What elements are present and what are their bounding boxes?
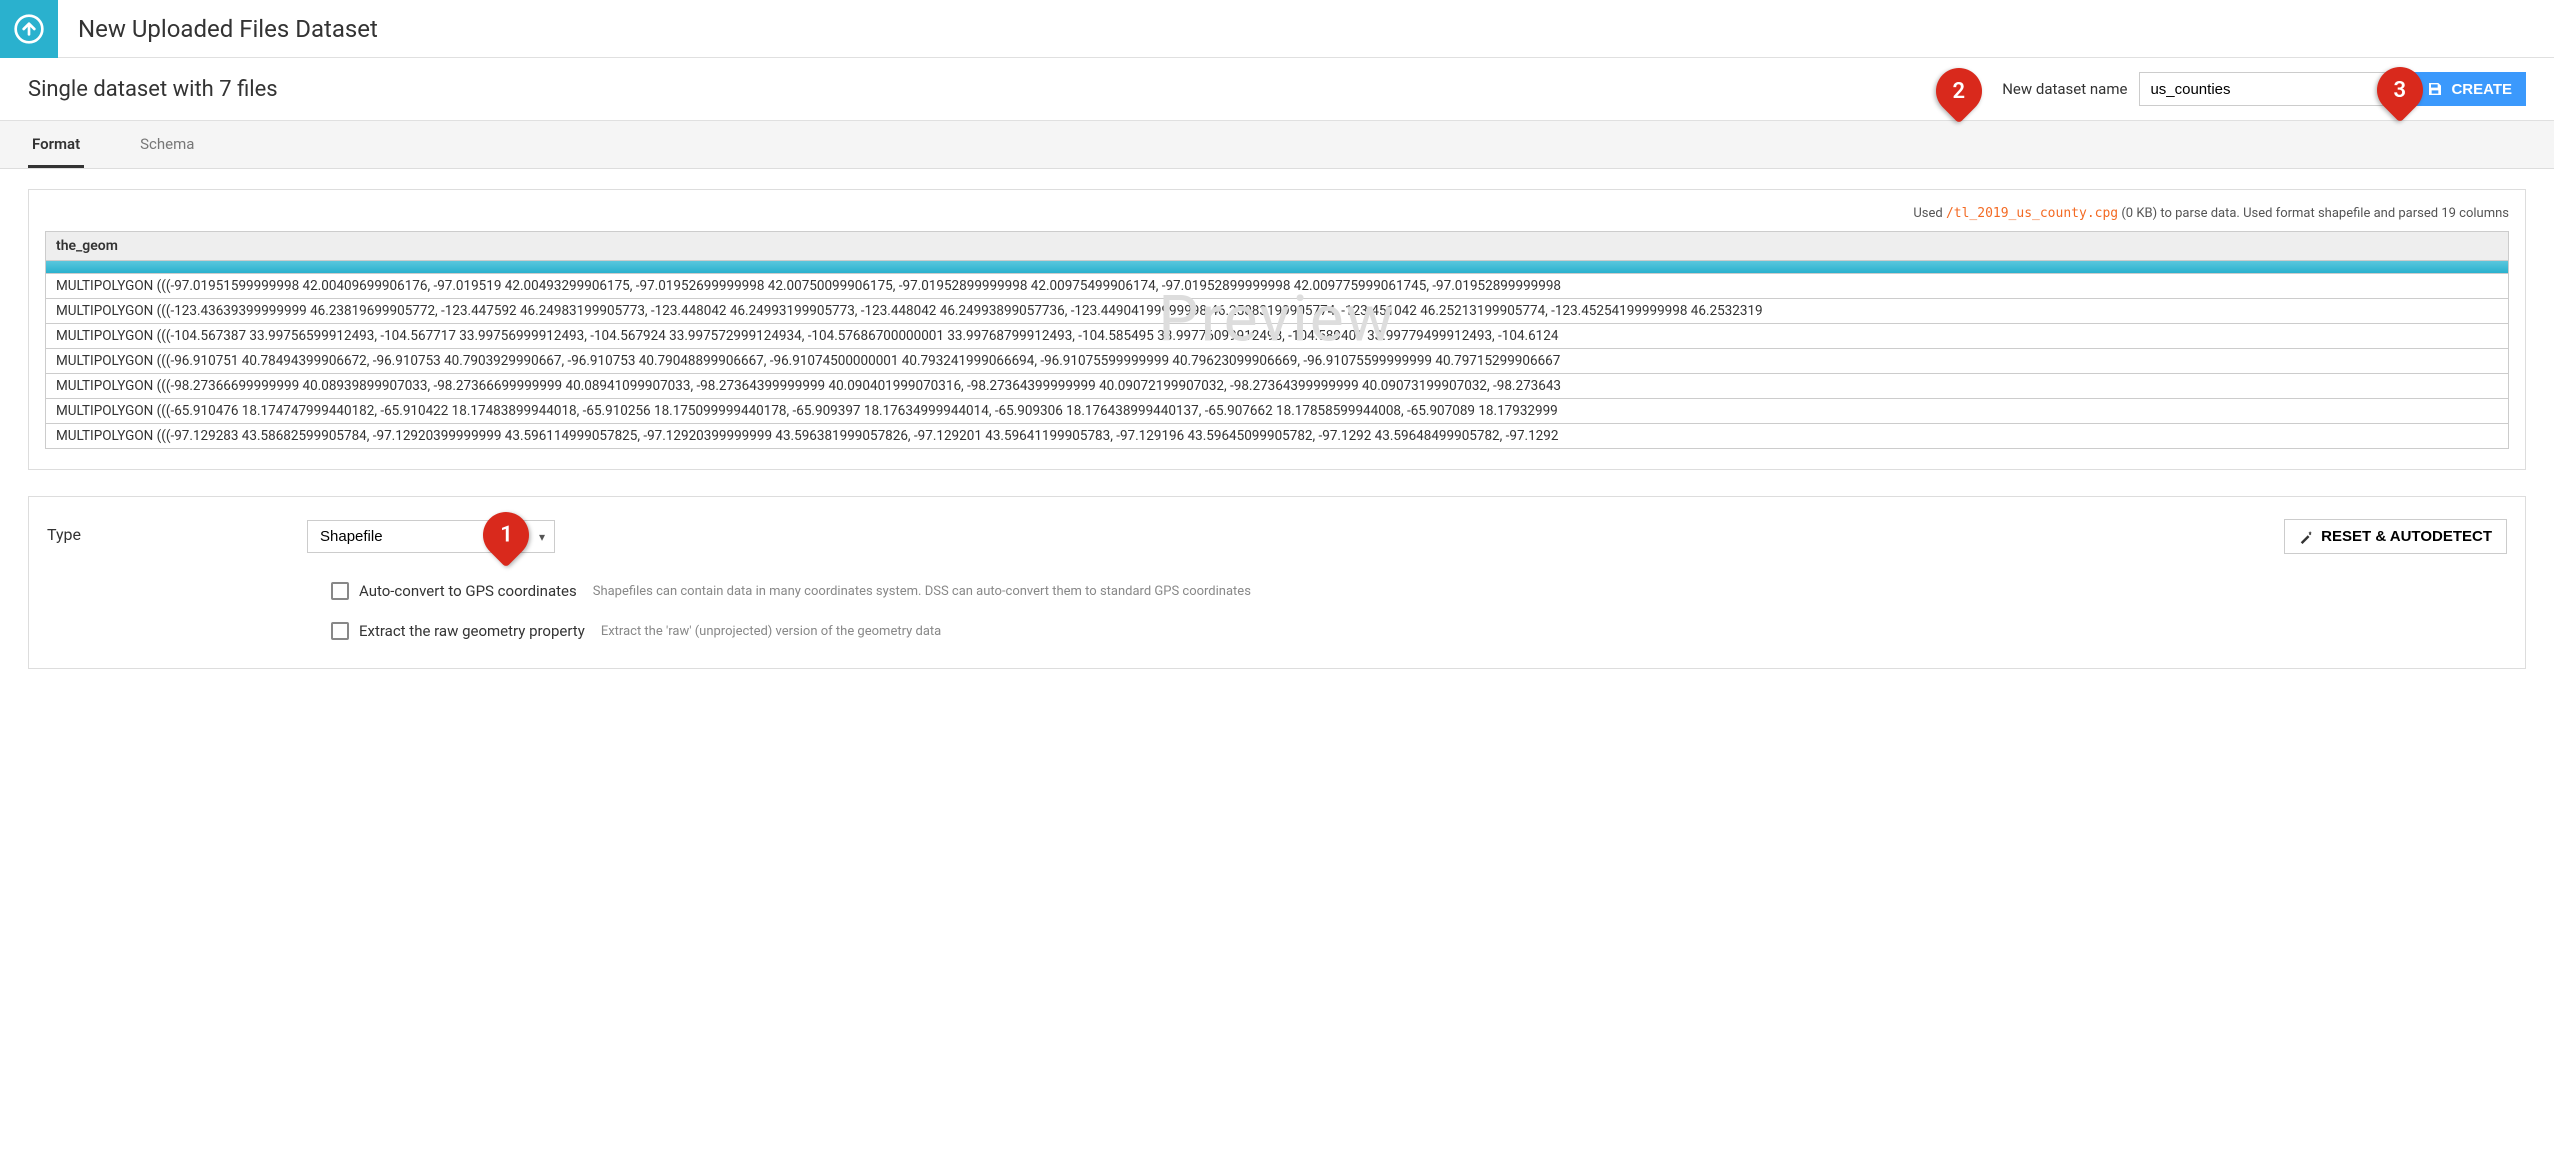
preview-table: the_geom MULTIPOLYGON (((-97.01951599999… (45, 231, 2509, 449)
reset-button-label: RESET & AUTODETECT (2321, 528, 2492, 545)
type-label: Type (47, 519, 307, 544)
option-label: Extract the raw geometry property (359, 622, 585, 640)
name-create-group: 2 New dataset name 3 CREATE (2002, 72, 2526, 106)
tabs: Format Schema (0, 121, 2554, 169)
callout-2: 2 (1927, 58, 1992, 123)
table-row: MULTIPOLYGON (((-96.910751 40.7849439990… (46, 349, 2509, 374)
upload-circle-icon (13, 13, 45, 45)
create-button[interactable]: CREATE (2413, 72, 2526, 106)
cell: MULTIPOLYGON (((-104.567387 33.997565999… (46, 324, 2509, 349)
option-row: Extract the raw geometry property Extrac… (331, 622, 2507, 640)
auto-convert-checkbox[interactable] (331, 582, 349, 600)
cell: MULTIPOLYGON (((-97.129283 43.5868259990… (46, 424, 2509, 449)
preview-panel: Used /tl_2019_us_county.cpg (0 KB) to pa… (28, 189, 2526, 470)
table-row: MULTIPOLYGON (((-123.43639399999999 46.2… (46, 299, 2509, 324)
format-panel: Type Shapefile ▾ 1 RESET & A (28, 496, 2526, 669)
save-icon (2427, 81, 2443, 97)
app-logo[interactable] (0, 0, 58, 58)
dataset-name-input[interactable] (2139, 72, 2389, 106)
table-row: MULTIPOLYGON (((-97.129283 43.5868259990… (46, 424, 2509, 449)
table-row: MULTIPOLYGON (((-97.01951599999998 42.00… (46, 274, 2509, 299)
table-row: MULTIPOLYGON (((-104.567387 33.997565999… (46, 324, 2509, 349)
tab-schema[interactable]: Schema (136, 121, 198, 168)
option-label: Auto-convert to GPS coordinates (359, 582, 577, 600)
create-button-label: CREATE (2451, 81, 2512, 98)
page-title: New Uploaded Files Dataset (78, 15, 378, 43)
cell: MULTIPOLYGON (((-98.27366699999999 40.08… (46, 374, 2509, 399)
extract-raw-checkbox[interactable] (331, 622, 349, 640)
parse-suffix: (0 KB) to parse data. Used format shapef… (2118, 206, 2509, 221)
parse-info: Used /tl_2019_us_county.cpg (0 KB) to pa… (45, 206, 2509, 221)
reset-autodetect-button[interactable]: RESET & AUTODETECT (2284, 519, 2507, 554)
cell: MULTIPOLYGON (((-96.910751 40.7849439990… (46, 349, 2509, 374)
table-row: MULTIPOLYGON (((-65.910476 18.1747479994… (46, 399, 2509, 424)
tab-format[interactable]: Format (28, 121, 84, 168)
option-row: Auto-convert to GPS coordinates Shapefil… (331, 582, 2507, 600)
option-help: Extract the 'raw' (unprojected) version … (601, 624, 941, 639)
wand-icon (2299, 530, 2313, 544)
dataset-name-label: New dataset name (2002, 80, 2127, 98)
cell: MULTIPOLYGON (((-65.910476 18.1747479994… (46, 399, 2509, 424)
column-filter-bar[interactable] (46, 261, 2508, 273)
subheader: Single dataset with 7 files 2 New datase… (0, 58, 2554, 121)
cell: MULTIPOLYGON (((-97.01951599999998 42.00… (46, 274, 2509, 299)
parse-filepath[interactable]: /tl_2019_us_county.cpg (1946, 206, 2118, 221)
parse-prefix: Used (1913, 206, 1946, 221)
cell: MULTIPOLYGON (((-123.43639399999999 46.2… (46, 299, 2509, 324)
content: Used /tl_2019_us_county.cpg (0 KB) to pa… (0, 169, 2554, 689)
column-header[interactable]: the_geom (46, 232, 2509, 261)
topbar: New Uploaded Files Dataset (0, 0, 2554, 58)
table-row: MULTIPOLYGON (((-98.27366699999999 40.08… (46, 374, 2509, 399)
option-help: Shapefiles can contain data in many coor… (593, 584, 1251, 599)
callout-1: 1 (473, 502, 538, 567)
dataset-summary: Single dataset with 7 files (28, 77, 278, 102)
callout-3: 3 (2368, 57, 2433, 122)
